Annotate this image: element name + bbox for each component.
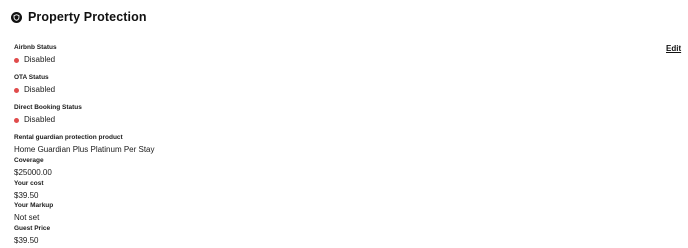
guest-price-label: Guest Price <box>14 225 51 232</box>
edit-button[interactable]: Edit <box>666 44 681 53</box>
ota-status-value: Disabled <box>24 85 56 94</box>
guest-price-value: $39.50 <box>14 236 39 245</box>
airbnb-status-label: Airbnb Status <box>14 44 57 51</box>
guest-price-field: Guest Price $39.50 <box>14 225 50 246</box>
protection-product-value: Home Guardian Plus Platinum Per Stay <box>14 145 155 154</box>
cost-label: Your cost <box>14 180 44 187</box>
markup-value: Not set <box>14 213 40 222</box>
ota-status-field: OTA Status Disabled <box>14 74 55 95</box>
status-dot-icon <box>14 87 19 93</box>
airbnb-status-field: Airbnb Status Disabled <box>14 44 57 65</box>
cost-field: Your cost $39.50 <box>14 180 44 201</box>
direct-booking-status-row: Disabled <box>14 115 82 125</box>
markup-label: Your Markup <box>14 202 54 209</box>
cost-value: $39.50 <box>14 191 39 200</box>
direct-booking-status-value: Disabled <box>24 115 56 124</box>
status-dot-icon <box>14 117 19 123</box>
coverage-label: Coverage <box>14 157 44 164</box>
protection-product-label: Rental guardian protection product <box>14 134 123 141</box>
direct-booking-status-field: Direct Booking Status Disabled <box>14 104 82 125</box>
direct-booking-status-label: Direct Booking Status <box>14 104 82 111</box>
section-title: Property Protection <box>28 10 147 24</box>
shield-icon <box>11 11 22 23</box>
ota-status-row: Disabled <box>14 85 55 95</box>
protection-product-field: Rental guardian protection product Home … <box>14 134 155 155</box>
markup-field: Your Markup Not set <box>14 202 53 223</box>
status-dot-icon <box>14 57 19 63</box>
section-header: Property Protection <box>11 10 147 24</box>
ota-status-label: OTA Status <box>14 74 49 81</box>
property-protection-panel: Property Protection Edit Airbnb Status D… <box>0 0 688 248</box>
airbnb-status-value: Disabled <box>24 55 56 64</box>
coverage-field: Coverage $25000.00 <box>14 157 52 178</box>
coverage-value: $25000.00 <box>14 168 52 177</box>
airbnb-status-row: Disabled <box>14 55 57 65</box>
